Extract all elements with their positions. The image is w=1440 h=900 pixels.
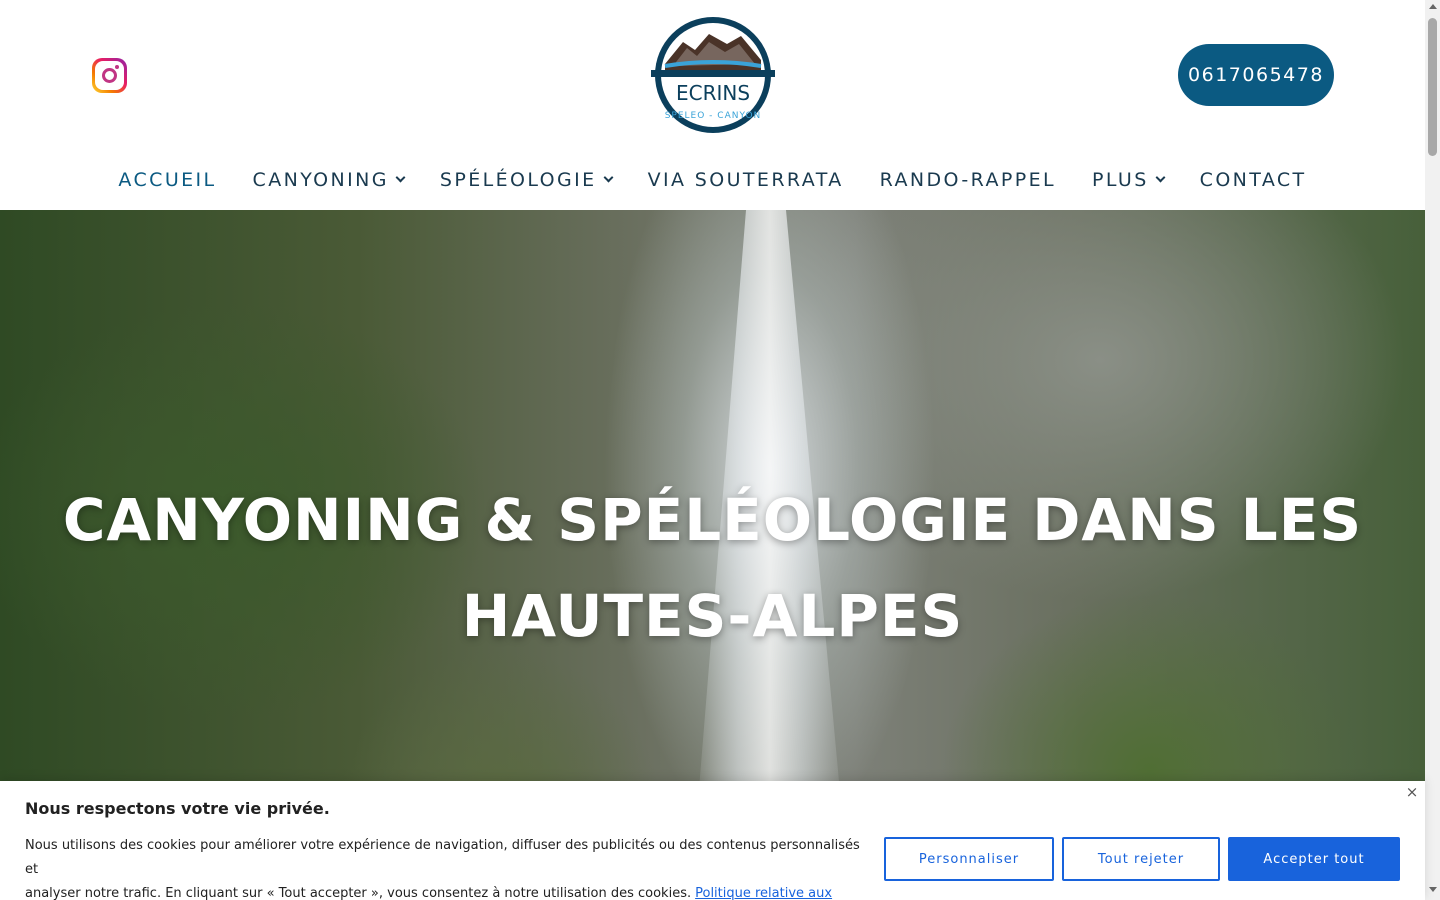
close-icon[interactable]: × [1404, 783, 1420, 801]
scroll-up-arrow-icon[interactable] [1429, 4, 1437, 9]
chevron-down-icon [1155, 172, 1166, 183]
nav-label: SPÉLÉOLOGIE [439, 169, 597, 191]
page-scrollbar[interactable] [1425, 0, 1440, 900]
hero-title-line1: CANYONING & SPÉLÉOLOGIE DANS LES [62, 486, 1363, 554]
scrollbar-thumb[interactable] [1428, 18, 1437, 156]
phone-button[interactable]: 0617065478 [1178, 44, 1334, 106]
nav-item-accueil[interactable]: ACCUEIL [118, 160, 216, 200]
nav-label: RANDO-RAPPEL [879, 169, 1056, 191]
nav-label: ACCUEIL [118, 169, 217, 191]
cookie-text-line2: analyser notre trafic. En cliquant sur «… [25, 886, 692, 900]
hero-title-line2: HAUTES-ALPES [461, 582, 964, 650]
cookie-banner: Nous respectons votre vie privée. × Nous… [0, 781, 1425, 900]
instagram-icon[interactable] [92, 58, 127, 93]
nav-item-rando-rappel[interactable]: RANDO-RAPPEL [880, 160, 1056, 200]
logo-subtitle: SPELEO - CANYON [665, 111, 762, 121]
nav-label: CONTACT [1199, 169, 1307, 191]
cookie-description: Nous utilisons des cookies pour améliore… [25, 834, 875, 900]
scroll-down-arrow-icon[interactable] [1429, 887, 1437, 892]
chevron-down-icon [603, 172, 614, 183]
site-logo[interactable]: ECRINS SPELEO - CANYON [643, 14, 783, 136]
nav-item-plus[interactable]: PLUS [1091, 160, 1166, 200]
nav-label: VIA SOUTERRATA [647, 169, 844, 191]
logo-wordmark: ECRINS [676, 81, 750, 105]
site-header: ECRINS SPELEO - CANYON 0617065478 ACCUEI… [0, 0, 1425, 210]
hero-title: CANYONING & SPÉLÉOLOGIE DANS LES HAUTES-… [60, 472, 1365, 664]
chevron-down-icon [395, 172, 406, 183]
nav-item-canyoning[interactable]: CANYONING [252, 160, 406, 200]
nav-item-via-souterrata[interactable]: VIA SOUTERRATA [648, 160, 844, 200]
nav-label: PLUS [1091, 169, 1149, 191]
cookie-text-line1: Nous utilisons des cookies pour améliore… [25, 838, 860, 877]
nav-item-contact[interactable]: CONTACT [1200, 160, 1307, 200]
main-nav: ACCUEIL CANYONING SPÉLÉOLOGIE VIA SOUTER… [0, 160, 1425, 200]
customize-button[interactable]: Personnaliser [884, 837, 1054, 881]
cookie-title: Nous respectons votre vie privée. [25, 799, 330, 818]
reject-all-button[interactable]: Tout rejeter [1062, 837, 1220, 881]
accept-all-button[interactable]: Accepter tout [1228, 837, 1400, 881]
nav-label: CANYONING [252, 169, 389, 191]
nav-item-speleologie[interactable]: SPÉLÉOLOGIE [439, 160, 614, 200]
